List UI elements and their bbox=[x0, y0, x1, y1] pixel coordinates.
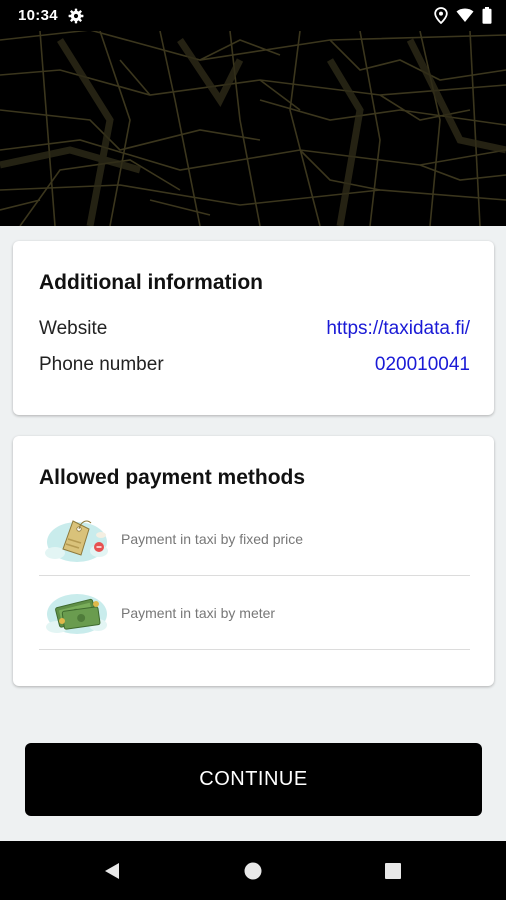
price-tag-icon bbox=[45, 519, 108, 562]
payment-methods-card: Allowed payment methods Payment in taxi … bbox=[13, 436, 494, 686]
wifi-icon bbox=[456, 8, 474, 22]
additional-info-card: Additional information Website https://t… bbox=[13, 241, 494, 415]
payment-methods-title: Allowed payment methods bbox=[39, 466, 306, 489]
payment-method-item: Payment in taxi by meter bbox=[39, 576, 470, 650]
website-label: Website bbox=[39, 318, 108, 339]
additional-info-title: Additional information bbox=[39, 271, 263, 294]
back-icon[interactable] bbox=[102, 861, 122, 881]
phone-row: Phone number 020010041 bbox=[39, 353, 470, 377]
map-header bbox=[0, 0, 506, 226]
recents-icon[interactable] bbox=[383, 861, 403, 881]
phone-label: Phone number bbox=[39, 354, 164, 375]
status-icons bbox=[434, 7, 492, 24]
continue-button[interactable]: CONTINUE bbox=[25, 743, 482, 816]
battery-icon bbox=[482, 7, 492, 24]
gear-icon bbox=[68, 8, 84, 23]
location-icon bbox=[434, 7, 448, 24]
status-bar: 10:34 bbox=[0, 0, 506, 31]
navigation-bar bbox=[0, 841, 506, 900]
status-time: 10:34 bbox=[18, 7, 58, 24]
phone-link[interactable]: 020010041 bbox=[375, 354, 470, 376]
payment-method-label: Payment in taxi by fixed price bbox=[121, 530, 304, 547]
payment-method-label: Payment in taxi by meter bbox=[121, 604, 276, 621]
website-link[interactable]: https://taxidata.fi/ bbox=[326, 318, 470, 340]
map-background bbox=[0, 29, 506, 226]
banknotes-icon bbox=[46, 593, 107, 634]
home-icon[interactable] bbox=[243, 861, 263, 881]
website-row: Website https://taxidata.fi/ bbox=[39, 317, 470, 341]
payment-method-item: Payment in taxi by fixed price bbox=[39, 502, 470, 576]
